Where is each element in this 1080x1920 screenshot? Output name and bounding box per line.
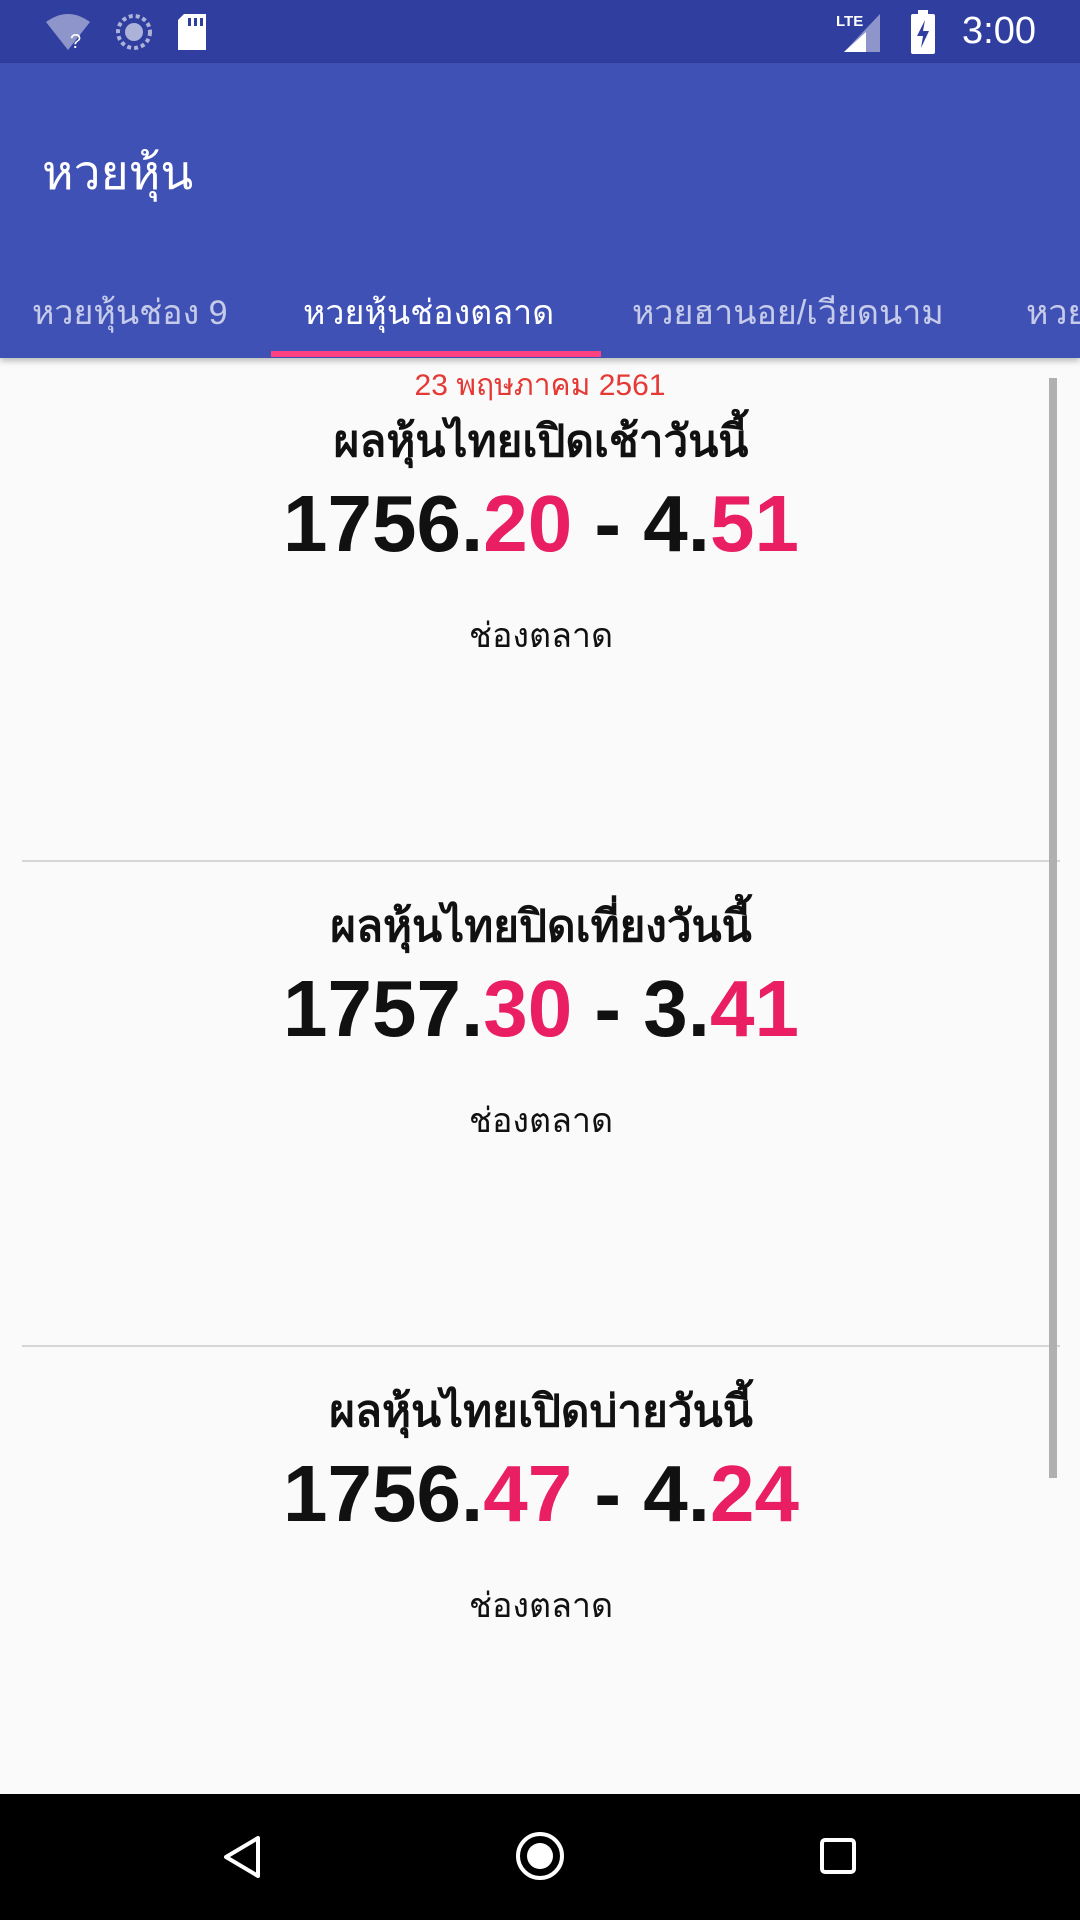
sync-icon: [116, 14, 152, 50]
card-title: ผลหุ้นไทยเปิดเช้าวันนี้: [333, 416, 749, 467]
change-whole: 3.: [643, 964, 710, 1053]
card-title: ผลหุ้นไทยปิดเที่ยงวันนี้: [330, 901, 752, 952]
tab-hanoi-vietnam[interactable]: หวยฮานอย/เวียดนาม: [632, 268, 944, 358]
wifi-unknown-icon: ?: [46, 14, 90, 52]
value-separator: -: [572, 479, 644, 568]
change-decimal: 51: [710, 479, 799, 568]
network-type-label: LTE: [836, 13, 863, 30]
change-decimal: 24: [710, 1449, 799, 1538]
card-source: ช่องตลาด: [468, 616, 614, 656]
clock: 3:00: [962, 10, 1036, 52]
tab-more[interactable]: หวย: [1026, 268, 1080, 358]
change-decimal: 41: [710, 964, 799, 1053]
index-whole: 1756.: [283, 1449, 484, 1538]
results-list[interactable]: 23 พฤษภาคม 2561 ผลหุ้นไทยเปิดเช้าวันนี้ …: [0, 358, 1080, 1794]
index-decimal: 47: [483, 1449, 573, 1538]
app-bar: หวยหุ้น หวยหุ้นช่อง 9 หวยหุ้นช่องตลาด หว…: [0, 63, 1080, 358]
card-value: 1757.30 - 3.41: [22, 963, 1060, 1055]
recents-icon[interactable]: [818, 1836, 858, 1876]
card-value: 1756.20 - 4.51: [22, 478, 1060, 570]
status-bar-right: LTE 3:00: [836, 0, 1036, 63]
active-tab-indicator: [271, 351, 601, 357]
result-card-afternoon: ผลหุ้นไทยเปิดบ่ายวันนี้ 1756.47 - 4.24 ช…: [22, 1328, 1060, 1812]
tab-bar: หวยหุ้นช่อง 9 หวยหุ้นช่องตลาด หวยฮานอย/เ…: [0, 268, 1080, 358]
navigation-bar: [0, 1794, 1080, 1920]
change-whole: 4.: [643, 1449, 710, 1538]
status-bar: ? LTE 3:00: [0, 0, 1080, 63]
back-icon[interactable]: [220, 1834, 264, 1880]
card-value: 1756.47 - 4.24: [22, 1448, 1060, 1540]
index-decimal: 20: [483, 479, 573, 568]
svg-text:?: ?: [70, 31, 81, 52]
result-card-midday: ผลหุ้นไทยปิดเที่ยงวันนี้ 1757.30 - 3.41 …: [22, 843, 1060, 1327]
app-title: หวยหุ้น: [42, 147, 194, 200]
value-separator: -: [572, 1449, 644, 1538]
index-decimal: 30: [483, 964, 573, 1053]
tab-market-channel[interactable]: หวยหุ้นช่องตลาด: [303, 268, 554, 358]
card-source: ช่องตลาด: [468, 1586, 614, 1626]
battery-charging-icon: [911, 9, 936, 54]
result-card-morning: ผลหุ้นไทยเปิดเช้าวันนี้ 1756.20 - 4.51 ช…: [22, 358, 1060, 842]
sd-card-icon: [178, 14, 206, 50]
card-title: ผลหุ้นไทยเปิดบ่ายวันนี้: [329, 1386, 753, 1437]
card-source: ช่องตลาด: [468, 1101, 614, 1141]
scrollbar[interactable]: [1049, 378, 1057, 1478]
index-whole: 1757.: [283, 964, 484, 1053]
lte-signal-icon: LTE: [836, 13, 881, 52]
status-bar-left: ?: [44, 10, 208, 54]
tab-channel-9[interactable]: หวยหุ้นช่อง 9: [32, 268, 228, 358]
value-separator: -: [572, 964, 644, 1053]
index-whole: 1756.: [283, 479, 484, 568]
home-icon[interactable]: [514, 1830, 566, 1882]
change-whole: 4.: [643, 479, 710, 568]
